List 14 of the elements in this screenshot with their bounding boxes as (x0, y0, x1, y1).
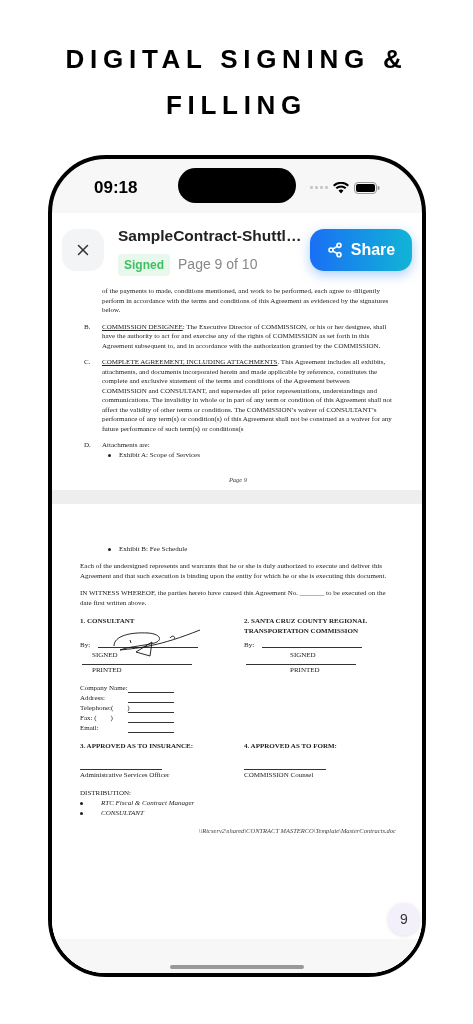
bullet-icon (108, 453, 111, 457)
wifi-icon (333, 182, 349, 194)
bullet-icon (80, 801, 83, 805)
status-time: 09:18 (94, 177, 138, 200)
bullet-icon (80, 811, 83, 815)
close-button[interactable] (62, 229, 104, 271)
status-badge: Signed (118, 253, 170, 276)
bullet-icon (108, 547, 111, 551)
headline: DIGITAL SIGNING & FILLING (64, 43, 409, 122)
document-title: SampleContract-Shuttl… (118, 226, 302, 247)
page-info: Page 9 of 10 (178, 255, 258, 275)
signal-icon (310, 186, 328, 190)
battery-icon (354, 182, 380, 194)
share-icon (326, 242, 343, 258)
